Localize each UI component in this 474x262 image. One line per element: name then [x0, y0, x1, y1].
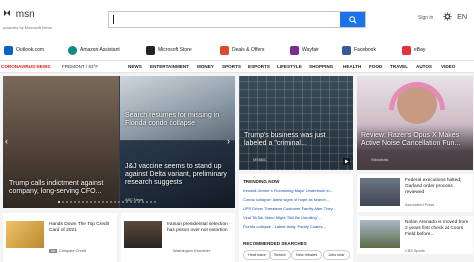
weather-location[interactable]: FREMONT / 63°F — [62, 64, 98, 69]
nav-entertainment[interactable]: ENTERTAINMENT — [150, 64, 189, 69]
trending-item[interactable]: Florida collapse - Latest thing: Paddy C… — [243, 224, 326, 229]
header-bar: msn powered by Microsoft News Sign in EN — [0, 0, 474, 38]
msn-homepage: msn powered by Microsoft News Sign in EN… — [0, 0, 474, 262]
bottom-card-source: Compare Credit — [59, 249, 86, 253]
hero-bottom-right-caption[interactable]: J&J vaccine seems to stand up against De… — [125, 163, 233, 187]
side-story-thumb — [360, 220, 400, 248]
side-story-card[interactable]: Federal executions halted; Garland order… — [357, 174, 473, 212]
nav-esports[interactable]: ESPORTS — [248, 64, 270, 69]
text-cursor — [113, 15, 114, 24]
deals-icon — [220, 45, 229, 55]
nav-news[interactable]: NEWS — [128, 64, 142, 69]
language-icon[interactable]: EN — [457, 12, 468, 21]
quick-link-label: Amazon Assistant — [80, 47, 120, 53]
tagline: powered by Microsoft News — [3, 25, 53, 30]
nav-coronavirus[interactable]: CORONAVIRUS NEWS — [1, 64, 50, 69]
side-story-source: Associated Press — [405, 203, 435, 207]
quick-link-microsoft-store[interactable]: Microsoft Store — [146, 44, 192, 56]
nav-shopping[interactable]: SHOPPING — [309, 64, 333, 69]
search-chip[interactable]: New rebates — [291, 250, 323, 260]
bottom-card-source: Washington Examiner — [173, 249, 211, 253]
mid-story-caption[interactable]: Trump's business was just labeled a "cri… — [244, 132, 348, 148]
trending-title: TRENDING NOW — [243, 179, 280, 184]
quick-link-facebook[interactable]: Facebook — [342, 44, 376, 56]
nav-video[interactable]: VIDEO — [441, 64, 455, 69]
bottom-story-thumb — [124, 221, 162, 248]
butterfly-icon — [4, 10, 10, 16]
mid-story-photo — [239, 76, 353, 170]
quick-link-label: Wayfair — [302, 47, 319, 53]
trending-panel: TRENDING NOW Kendall Jenner x Flourishin… — [239, 174, 353, 262]
side-story-title[interactable]: Nolan Arenado is moved from 2 years firs… — [405, 220, 471, 238]
nav-food[interactable]: FOOD — [369, 64, 382, 69]
hero-carousel[interactable]: Trump calls indictment against company, … — [3, 76, 235, 208]
ebay-icon — [402, 45, 411, 55]
ad-badge: Ad — [49, 249, 58, 253]
quick-link-ebay[interactable]: eBay — [402, 44, 425, 56]
search-icon — [348, 15, 357, 24]
trending-item[interactable]: UPS Driver Threatens Customer Family Aft… — [243, 206, 336, 211]
sign-in-link[interactable]: Sign in — [418, 15, 433, 21]
outlook-icon — [4, 45, 13, 55]
quick-link-label: Microsoft Store — [158, 47, 192, 53]
search-chip[interactable]: Search — [269, 250, 292, 260]
bottom-card-title[interactable]: Hands Down The Top Credit Card of 2021 — [49, 222, 113, 234]
quick-link-label: Deals & Offers — [232, 47, 265, 53]
quick-link-amazon-assistant[interactable]: Amazon Assistant — [68, 44, 120, 56]
facebook-icon — [342, 45, 351, 55]
search-chip[interactable]: Heat wave — [243, 250, 271, 260]
nav-health[interactable]: HEALTH — [343, 64, 361, 69]
carousel-next-icon[interactable]: › — [227, 136, 230, 146]
bottom-card-title[interactable]: Iranian presidential selection has priso… — [167, 222, 233, 234]
trending-item[interactable]: Kendall Jenner x Flourishing Major Under… — [243, 188, 333, 193]
hero-main-caption[interactable]: Trump calls indictment against company, … — [9, 180, 117, 196]
carousel-prev-icon[interactable]: ‹ — [5, 136, 8, 146]
store-icon — [146, 45, 155, 55]
gear-icon[interactable] — [443, 12, 452, 21]
bottom-ad-card[interactable]: Hands Down The Top Credit Card of 2021 A… — [3, 213, 117, 262]
nav-lifestyle[interactable]: LIFESTYLE — [277, 64, 302, 69]
side-story-source: CBS Sports — [405, 249, 425, 253]
brand-name: msn — [15, 9, 35, 20]
side-story-card[interactable]: Nolan Arenado is moved from 2 years firs… — [357, 216, 473, 254]
quick-link-deals[interactable]: Deals & Offers — [220, 44, 264, 56]
side-story-thumb — [360, 178, 400, 206]
quick-link-label: Outlook.com — [16, 47, 45, 53]
play-icon — [343, 158, 350, 165]
quick-link-wayfair[interactable]: Wayfair — [290, 44, 319, 56]
side-story-title[interactable]: Federal executions halted; Garland order… — [405, 178, 471, 196]
svg-text:EN: EN — [457, 12, 467, 21]
recommended-searches-title: RECOMMENDED SEARCHES — [243, 241, 307, 246]
right-story-caption[interactable]: Review: Razer's Opus X Makes Active Nois… — [361, 132, 471, 148]
amazon-assistant-icon — [68, 45, 77, 55]
search-chip[interactable]: Jobs near — [323, 250, 350, 260]
right-story-card[interactable]: Review: Razer's Opus X Makes Active Nois… — [357, 76, 473, 170]
right-story-source: Stickdeals — [371, 158, 389, 162]
carousel-dots[interactable] — [58, 201, 156, 203]
quick-links-bar: Outlook.com Amazon Assistant Microsoft S… — [0, 38, 474, 60]
nav-money[interactable]: MONEY — [197, 64, 214, 69]
trending-item[interactable]: Condo collapse: latest signs of hope as … — [243, 197, 329, 202]
quick-link-outlook[interactable]: Outlook.com — [4, 44, 44, 56]
mid-story-card[interactable]: Trump's business was just labeled a "cri… — [239, 76, 353, 170]
search-button[interactable] — [340, 12, 365, 27]
wayfair-icon — [290, 45, 299, 55]
quick-link-label: eBay — [414, 47, 426, 53]
headphones-shape — [389, 82, 445, 110]
hero-top-right-caption[interactable]: Search resumes for missing in Florida co… — [125, 112, 231, 128]
mid-story-source: MSNBC — [253, 158, 267, 162]
msn-logo[interactable]: msn — [3, 9, 35, 20]
category-nav: CORONAVIRUS NEWS FREMONT / 63°F NEWS ENT… — [0, 60, 474, 73]
search-input[interactable] — [110, 13, 340, 26]
nav-sports[interactable]: SPORTS — [222, 64, 241, 69]
quick-link-label: Facebook — [354, 47, 376, 53]
nav-autos[interactable]: AUTOS — [416, 64, 432, 69]
bottom-story-card[interactable]: Iranian presidential selection has priso… — [121, 213, 235, 262]
nav-travel[interactable]: TRAVEL — [390, 64, 408, 69]
search-bar — [108, 11, 366, 28]
trending-item[interactable]: Viral TikTok Video Might 'Still Be Unrol… — [243, 215, 321, 220]
hero-top-right-photo[interactable] — [120, 76, 235, 140]
credit-card-thumb — [6, 221, 44, 248]
